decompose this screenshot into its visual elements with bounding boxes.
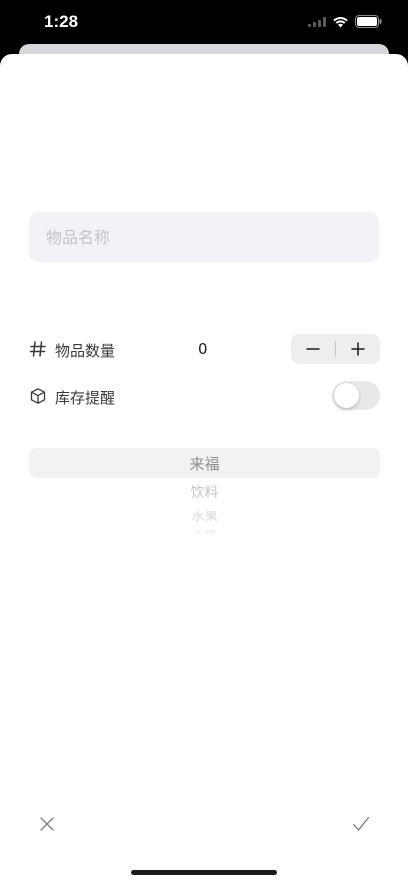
toggle-knob bbox=[334, 383, 359, 408]
cube-icon bbox=[30, 388, 46, 404]
minus-icon bbox=[306, 348, 320, 350]
quantity-label: 物品数量 bbox=[55, 342, 116, 360]
quantity-row: 物品数量 0 bbox=[29, 334, 380, 366]
quantity-value: 0 bbox=[198, 340, 208, 358]
cellular-signal-icon bbox=[308, 16, 326, 27]
stock-reminder-label: 库存提醒 bbox=[55, 389, 116, 407]
checkmark-icon bbox=[352, 816, 370, 831]
picker-item[interactable]: 水果 bbox=[29, 508, 380, 523]
increment-button[interactable] bbox=[336, 334, 380, 364]
stock-reminder-toggle[interactable] bbox=[332, 381, 380, 410]
status-time: 1:28 bbox=[44, 12, 79, 31]
cancel-button[interactable] bbox=[35, 812, 59, 836]
picker-item[interactable]: 主食 bbox=[29, 528, 380, 533]
home-indicator bbox=[131, 870, 277, 875]
picker-item-selected[interactable]: 来福 bbox=[29, 453, 380, 474]
battery-icon bbox=[355, 15, 382, 28]
status-icons bbox=[308, 15, 382, 28]
close-icon bbox=[40, 817, 54, 831]
item-name-input[interactable] bbox=[44, 226, 364, 248]
picker-item[interactable]: 饮料 bbox=[29, 482, 380, 502]
status-bar: 1:28 bbox=[0, 0, 408, 46]
hash-icon bbox=[29, 341, 46, 357]
stock-reminder-row: 库存提醒 bbox=[29, 381, 380, 413]
plus-icon bbox=[351, 342, 365, 356]
quantity-stepper[interactable] bbox=[291, 334, 380, 364]
wifi-icon bbox=[333, 16, 348, 27]
confirm-button[interactable] bbox=[349, 812, 373, 836]
decrement-button[interactable] bbox=[291, 334, 335, 364]
category-picker[interactable]: 来福 饮料 水果 主食 bbox=[29, 448, 380, 548]
item-name-field[interactable] bbox=[29, 212, 379, 262]
